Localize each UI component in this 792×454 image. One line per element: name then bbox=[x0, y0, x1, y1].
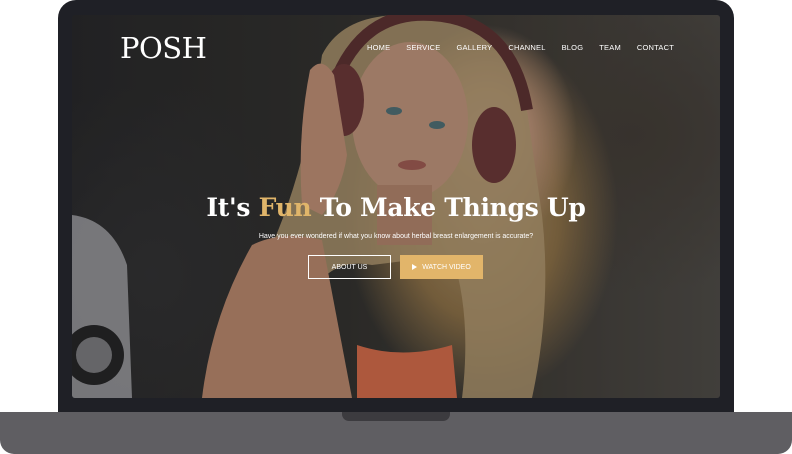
nav-item-gallery[interactable]: GALLERY bbox=[456, 43, 492, 52]
nav-item-home[interactable]: HOME bbox=[367, 43, 390, 52]
hero-title-accent: Fun bbox=[258, 193, 312, 222]
about-us-button[interactable]: ABOUT US bbox=[308, 255, 391, 279]
site-logo[interactable]: POSH bbox=[120, 29, 207, 67]
hero-subtitle: Have you ever wondered if what you know … bbox=[258, 233, 534, 240]
about-us-label: ABOUT US bbox=[331, 263, 368, 271]
hero-title-start: It's bbox=[206, 193, 259, 222]
watch-video-button[interactable]: WATCH VIDEO bbox=[400, 255, 483, 279]
nav-item-contact[interactable]: CONTACT bbox=[637, 43, 674, 52]
hero-title: It's Fun To Make Things Up bbox=[72, 193, 720, 222]
play-icon bbox=[412, 264, 418, 270]
main-navigation: HOME SERVICE GALLERY CHANNEL BLOG TEAM C… bbox=[367, 43, 674, 52]
nav-item-service[interactable]: SERVICE bbox=[406, 43, 440, 52]
laptop-base-notch bbox=[342, 412, 450, 421]
hero-title-end: To Make Things Up bbox=[311, 193, 586, 222]
nav-item-team[interactable]: TEAM bbox=[599, 43, 621, 52]
nav-item-channel[interactable]: CHANNEL bbox=[508, 43, 545, 52]
watch-video-label: WATCH VIDEO bbox=[422, 263, 471, 271]
website-screen: POSH HOME SERVICE GALLERY CHANNEL BLOG T… bbox=[72, 15, 720, 398]
nav-item-blog[interactable]: BLOG bbox=[562, 43, 584, 52]
